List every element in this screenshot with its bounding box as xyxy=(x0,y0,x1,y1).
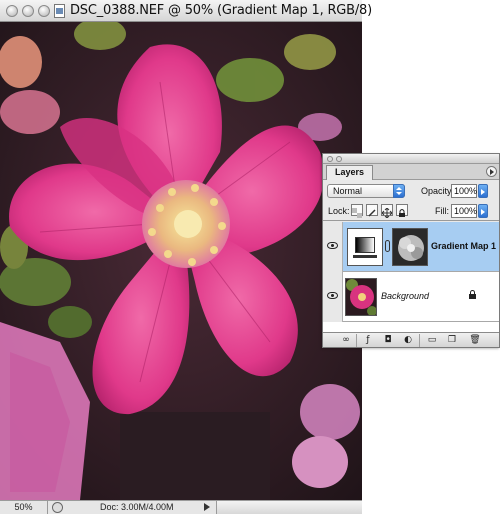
panel-tab-row: Layers xyxy=(323,164,499,180)
background-preview xyxy=(346,279,376,315)
lock-icon-body xyxy=(469,294,476,299)
panel-minimize-icon[interactable] xyxy=(336,156,342,162)
fill-slider-button[interactable] xyxy=(478,204,488,218)
layer-name[interactable]: Background xyxy=(381,291,429,301)
flower-photo xyxy=(0,22,362,500)
fill-label: Fill: xyxy=(435,206,449,216)
fill-field[interactable]: 100% xyxy=(451,204,477,218)
layer-mask-thumbnail[interactable] xyxy=(392,228,428,266)
panel-titlebar[interactable] xyxy=(323,154,499,164)
gradient-map-icon-base xyxy=(353,255,377,258)
eye-icon xyxy=(327,242,338,249)
layer-row-background[interactable]: Background xyxy=(323,272,499,322)
layers-panel: Layers Normal Opacity: 100% Lock: Fill: … xyxy=(322,153,500,348)
trash-icon[interactable]: 🗑 xyxy=(468,335,482,346)
opacity-label: Opacity: xyxy=(421,186,455,196)
opacity-field[interactable]: 100% xyxy=(451,184,477,198)
status-bar: 50% Doc: 3.00M/4.00M xyxy=(0,500,362,514)
panel-bottom-toolbar: ∞ ƒ ◘ ◐ ▭ ❐ 🗑 xyxy=(323,332,499,347)
status-info-icon[interactable] xyxy=(52,502,63,513)
eye-icon xyxy=(327,292,338,299)
zoom-field[interactable]: 50% xyxy=(0,501,48,514)
blend-mode-select[interactable]: Normal xyxy=(327,184,405,198)
image-canvas[interactable] xyxy=(0,22,362,500)
document-size: Doc: 3.00M/4.00M xyxy=(100,502,174,512)
layer-row-gradient-map[interactable]: Gradient Map 1 xyxy=(323,222,499,272)
window-zoom-icon[interactable] xyxy=(38,5,50,17)
lock-icon xyxy=(469,290,476,299)
document-titlebar[interactable]: DSC_0388.NEF @ 50% (Gradient Map 1, RGB/… xyxy=(0,0,372,22)
new-group-icon[interactable]: ▭ xyxy=(425,335,439,346)
adjustment-layer-thumbnail[interactable] xyxy=(347,228,383,266)
layer-name[interactable]: Gradient Map 1 xyxy=(431,241,496,251)
blend-mode-arrow-icon xyxy=(393,184,405,198)
toolbar-separator xyxy=(356,334,357,347)
layer-mask-icon[interactable]: ◘ xyxy=(381,335,395,346)
document-title: DSC_0388.NEF @ 50% (Gradient Map 1, RGB/… xyxy=(70,3,373,18)
panel-close-icon[interactable] xyxy=(327,156,333,162)
lock-row: Lock: Fill: 100% xyxy=(323,201,499,221)
horizontal-scrollbar[interactable] xyxy=(216,501,362,514)
lock-position-icon[interactable] xyxy=(381,204,393,219)
visibility-toggle[interactable] xyxy=(323,222,343,272)
visibility-toggle[interactable] xyxy=(323,272,343,322)
mask-preview xyxy=(393,229,427,265)
chain-link-icon[interactable] xyxy=(385,240,390,252)
layers-empty-area[interactable] xyxy=(323,322,499,332)
blend-row: Normal Opacity: 100% xyxy=(323,181,499,201)
background-layer-thumbnail[interactable] xyxy=(345,278,377,316)
panel-menu-icon[interactable] xyxy=(486,166,497,177)
gradient-map-icon xyxy=(355,237,375,253)
layer-style-icon[interactable]: ƒ xyxy=(361,335,375,346)
document-icon xyxy=(54,4,65,18)
status-menu-arrow-icon[interactable] xyxy=(204,503,210,511)
blend-mode-value: Normal xyxy=(333,186,363,196)
lock-label: Lock: xyxy=(328,206,350,216)
lock-transparent-pixels-icon[interactable] xyxy=(351,204,363,218)
adjustment-layer-icon[interactable]: ◐ xyxy=(401,335,415,346)
document-window: DSC_0388.NEF @ 50% (Gradient Map 1, RGB/… xyxy=(0,0,372,514)
lock-image-pixels-icon[interactable] xyxy=(366,204,378,217)
tab-layers[interactable]: Layers xyxy=(326,165,374,180)
toolbar-separator xyxy=(419,334,420,347)
new-layer-icon[interactable]: ❐ xyxy=(445,335,459,346)
window-minimize-icon[interactable] xyxy=(22,5,34,17)
window-close-icon[interactable] xyxy=(6,5,18,17)
lock-all-icon[interactable] xyxy=(396,204,408,217)
link-layers-icon[interactable]: ∞ xyxy=(339,335,353,346)
opacity-slider-button[interactable] xyxy=(478,184,488,198)
